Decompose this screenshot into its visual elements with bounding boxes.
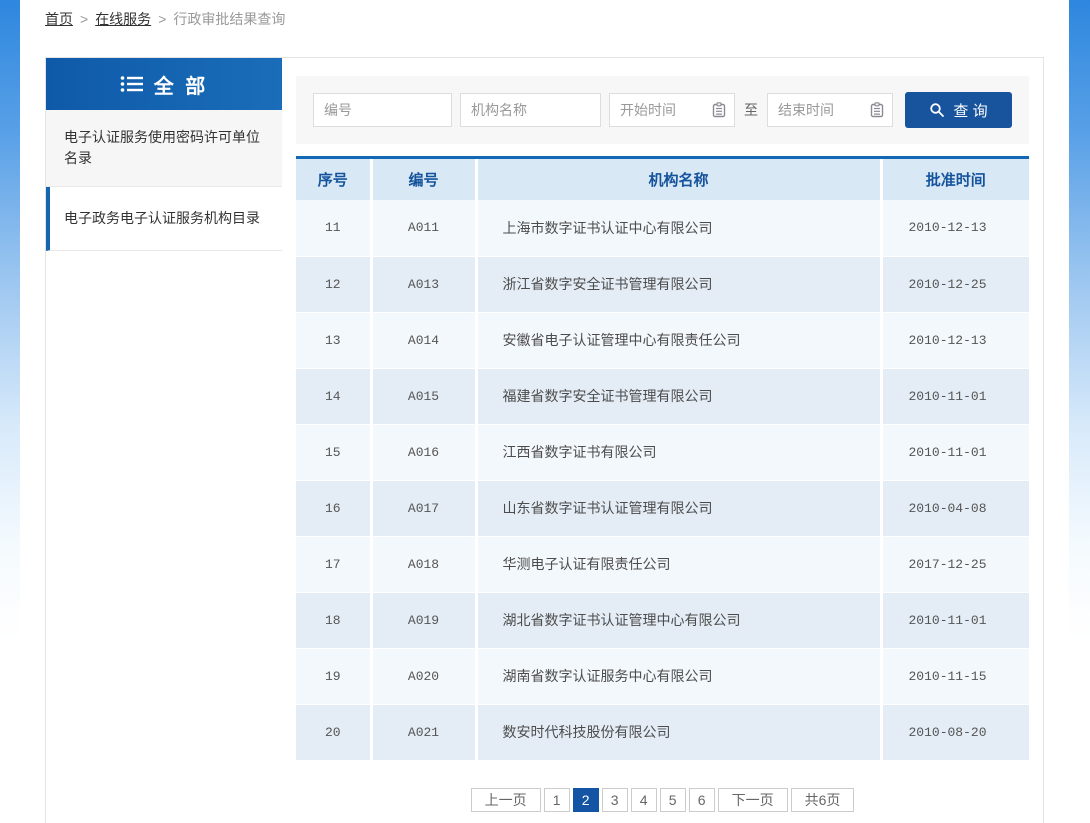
sidebar-header-label: 全 部 (154, 70, 209, 99)
breadcrumb-current: 行政审批结果查询 (173, 11, 285, 27)
content-wrapper: 全 部 电子认证服务使用密码许可单位名录 电子政务电子认证服务机构目录 (45, 57, 1044, 823)
start-date-wrap (609, 93, 735, 127)
cell-approval-date: 2010-04-08 (881, 480, 1029, 536)
cell-index: 11 (296, 200, 371, 256)
cell-index: 15 (296, 424, 371, 480)
table-row: 16 A017 山东省数字证书认证管理有限公司 2010-04-08 (296, 480, 1029, 536)
cell-index: 13 (296, 312, 371, 368)
cell-code: A011 (371, 200, 476, 256)
breadcrumb-separator: > (158, 11, 166, 27)
cell-org-name: 上海市数字证书认证中心有限公司 (476, 200, 881, 256)
cell-approval-date: 2010-12-25 (881, 256, 1029, 312)
table-row: 20 A021 数安时代科技股份有限公司 2010-08-20 (296, 704, 1029, 760)
prev-page-button[interactable]: 上一页 (471, 788, 541, 812)
cell-code: A021 (371, 704, 476, 760)
cell-org-name: 华测电子认证有限责任公司 (476, 536, 881, 592)
cell-code: A017 (371, 480, 476, 536)
total-pages-label: 共6页 (791, 788, 855, 812)
cell-org-name: 湖南省数字认证服务中心有限公司 (476, 648, 881, 704)
results-table: 序号 编号 机构名称 批准时间 11 A011 上海市数字证书认证中心有限公司 … (296, 159, 1029, 761)
cell-code: A015 (371, 368, 476, 424)
cell-approval-date: 2010-12-13 (881, 312, 1029, 368)
cell-code: A014 (371, 312, 476, 368)
pagination: 上一页 123456 下一页 共6页 (296, 788, 1029, 814)
page-number-6[interactable]: 6 (689, 788, 715, 812)
column-header-org-name: 机构名称 (476, 159, 881, 200)
sidebar: 全 部 电子认证服务使用密码许可单位名录 电子政务电子认证服务机构目录 (46, 58, 282, 251)
sidebar-item-label: 电子政务电子认证服务机构目录 (64, 210, 260, 226)
table-row: 19 A020 湖南省数字认证服务中心有限公司 2010-11-15 (296, 648, 1029, 704)
cell-approval-date: 2017-12-25 (881, 536, 1029, 592)
cell-org-name: 浙江省数字安全证书管理有限公司 (476, 256, 881, 312)
table-row: 12 A013 浙江省数字安全证书管理有限公司 2010-12-25 (296, 256, 1029, 312)
page-number-2[interactable]: 2 (573, 788, 599, 812)
cell-org-name: 山东省数字证书认证管理有限公司 (476, 480, 881, 536)
breadcrumb-separator: > (80, 11, 88, 27)
column-header-code: 编号 (371, 159, 476, 200)
table-row: 15 A016 江西省数字证书有限公司 2010-11-01 (296, 424, 1029, 480)
sidebar-item-egov-ca-directory[interactable]: 电子政务电子认证服务机构目录 (46, 187, 282, 251)
table-row: 11 A011 上海市数字证书认证中心有限公司 2010-12-13 (296, 200, 1029, 256)
cell-code: A019 (371, 592, 476, 648)
code-input[interactable] (313, 93, 452, 127)
end-date-input[interactable] (767, 93, 893, 127)
cell-code: A013 (371, 256, 476, 312)
table-body: 11 A011 上海市数字证书认证中心有限公司 2010-12-13 12 A0… (296, 200, 1029, 760)
cell-approval-date: 2010-11-01 (881, 592, 1029, 648)
results-table-wrap: 序号 编号 机构名称 批准时间 11 A011 上海市数字证书认证中心有限公司 … (296, 156, 1029, 761)
table-header-row: 序号 编号 机构名称 批准时间 (296, 159, 1029, 200)
page-number-4[interactable]: 4 (631, 788, 657, 812)
cell-approval-date: 2010-11-01 (881, 424, 1029, 480)
cell-org-name: 安徽省电子认证管理中心有限责任公司 (476, 312, 881, 368)
main-content: 至 查 询 (296, 58, 1029, 814)
cell-index: 16 (296, 480, 371, 536)
cell-index: 17 (296, 536, 371, 592)
breadcrumb-home-link[interactable]: 首页 (45, 11, 73, 27)
cell-org-name: 湖北省数字证书认证管理中心有限公司 (476, 592, 881, 648)
cell-approval-date: 2010-11-01 (881, 368, 1029, 424)
cell-org-name: 福建省数字安全证书管理有限公司 (476, 368, 881, 424)
sidebar-item-label: 电子认证服务使用密码许可单位名录 (64, 129, 260, 166)
cell-org-name: 江西省数字证书有限公司 (476, 424, 881, 480)
cell-index: 20 (296, 704, 371, 760)
table-row: 18 A019 湖北省数字证书认证管理中心有限公司 2010-11-01 (296, 592, 1029, 648)
cell-code: A020 (371, 648, 476, 704)
cell-org-name: 数安时代科技股份有限公司 (476, 704, 881, 760)
cell-approval-date: 2010-12-13 (881, 200, 1029, 256)
cell-index: 12 (296, 256, 371, 312)
cell-index: 18 (296, 592, 371, 648)
end-date-wrap (767, 93, 893, 127)
sidebar-header: 全 部 (46, 58, 282, 110)
page-container: 首页 > 在线服务 > 行政审批结果查询 全 部 电子认证服务使用密码许可单位名录 电子… (20, 0, 1069, 823)
query-button-label: 查 询 (953, 100, 987, 121)
breadcrumb: 首页 > 在线服务 > 行政审批结果查询 (20, 0, 1069, 29)
breadcrumb-online-services-link[interactable]: 在线服务 (95, 11, 151, 27)
search-panel: 至 查 询 (296, 76, 1029, 144)
page-number-3[interactable]: 3 (602, 788, 628, 812)
cell-code: A018 (371, 536, 476, 592)
date-range-to-label: 至 (744, 100, 758, 120)
table-row: 14 A015 福建省数字安全证书管理有限公司 2010-11-01 (296, 368, 1029, 424)
page-number-1[interactable]: 1 (544, 788, 570, 812)
search-icon (929, 102, 945, 118)
query-button[interactable]: 查 询 (905, 92, 1012, 128)
column-header-approval-date: 批准时间 (881, 159, 1029, 200)
cell-approval-date: 2010-08-20 (881, 704, 1029, 760)
column-header-index: 序号 (296, 159, 371, 200)
cell-index: 14 (296, 368, 371, 424)
org-name-input[interactable] (460, 93, 601, 127)
sidebar-item-password-license-list[interactable]: 电子认证服务使用密码许可单位名录 (46, 110, 282, 187)
cell-index: 19 (296, 648, 371, 704)
table-row: 13 A014 安徽省电子认证管理中心有限责任公司 2010-12-13 (296, 312, 1029, 368)
cell-approval-date: 2010-11-15 (881, 648, 1029, 704)
list-icon (120, 75, 144, 93)
page-number-5[interactable]: 5 (660, 788, 686, 812)
cell-code: A016 (371, 424, 476, 480)
start-date-input[interactable] (609, 93, 735, 127)
next-page-button[interactable]: 下一页 (718, 788, 788, 812)
table-row: 17 A018 华测电子认证有限责任公司 2017-12-25 (296, 536, 1029, 592)
